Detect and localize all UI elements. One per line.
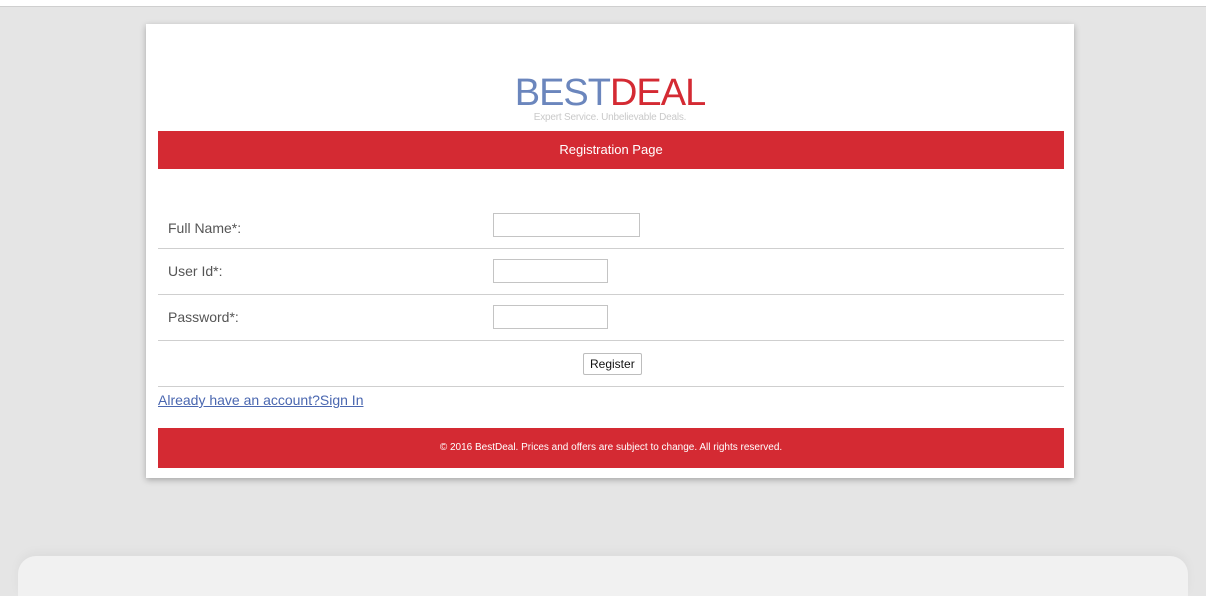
page-title: Registration Page <box>559 142 663 157</box>
sign-in-link-text: Sign In <box>319 392 364 408</box>
password-input[interactable] <box>493 305 608 329</box>
user-id-row: User Id*: <box>158 249 1064 295</box>
password-label: Password*: <box>168 309 239 325</box>
full-name-label: Full Name*: <box>168 220 242 236</box>
register-button[interactable]: Register <box>583 353 642 375</box>
user-id-label: User Id*: <box>168 263 223 279</box>
footer-copyright: © 2016 BestDeal. Prices and offers are s… <box>439 442 783 453</box>
registration-card: BESTDEAL Expert Service. Unbelievable De… <box>146 24 1074 478</box>
full-name-row: Full Name*: <box>158 204 1064 249</box>
user-id-input[interactable] <box>493 259 608 283</box>
register-row: Register <box>158 341 1064 387</box>
bottom-panel <box>18 556 1188 596</box>
browser-top-strip <box>0 0 1206 7</box>
footer-banner: © 2016 BestDeal. Prices and offers are s… <box>158 428 1064 468</box>
sign-in-prefix: Already have an account? <box>158 392 320 408</box>
logo-deal-text: DEAL <box>609 72 706 114</box>
logo-best-text: BEST <box>514 72 611 114</box>
password-row: Password*: <box>158 295 1064 341</box>
bestdeal-logo: BESTDEAL Expert Service. Unbelievable De… <box>146 74 1074 123</box>
logo-tagline: Expert Service. Unbelievable Deals. <box>533 112 687 123</box>
full-name-input[interactable] <box>493 213 640 237</box>
logo-wordmark: BESTDEAL <box>146 74 1074 112</box>
sign-in-link[interactable]: Already have an account?Sign In <box>158 392 363 408</box>
page-title-banner: Registration Page <box>158 131 1064 169</box>
